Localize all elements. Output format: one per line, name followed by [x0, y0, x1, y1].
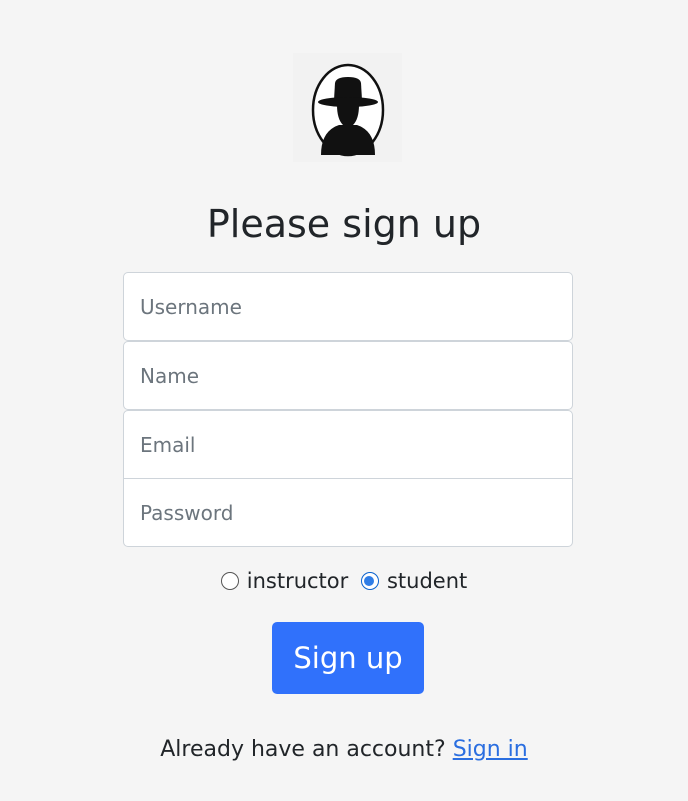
signin-link[interactable]: Sign in — [453, 737, 528, 762]
role-selector: instructor student — [0, 564, 688, 600]
signin-prompt-text: Already have an account? — [160, 737, 446, 762]
signup-page: Please sign up instructor student Sign u… — [0, 0, 688, 801]
instructor-label: instructor — [246, 569, 349, 593]
name-input[interactable] — [123, 341, 573, 410]
signup-form — [123, 272, 573, 547]
signin-prompt: Already have an account? Sign in — [0, 732, 688, 768]
spy-silhouette-icon — [293, 53, 402, 162]
password-input[interactable] — [123, 479, 573, 547]
student-label: student — [386, 569, 468, 593]
student-radio[interactable] — [360, 572, 379, 590]
role-student[interactable]: student — [360, 564, 468, 598]
instructor-radio[interactable] — [220, 572, 239, 590]
page-title: Please sign up — [206, 202, 482, 246]
signup-button[interactable]: Sign up — [272, 622, 424, 694]
email-input[interactable] — [123, 410, 573, 479]
username-input[interactable] — [123, 272, 573, 341]
role-instructor[interactable]: instructor — [220, 564, 349, 598]
